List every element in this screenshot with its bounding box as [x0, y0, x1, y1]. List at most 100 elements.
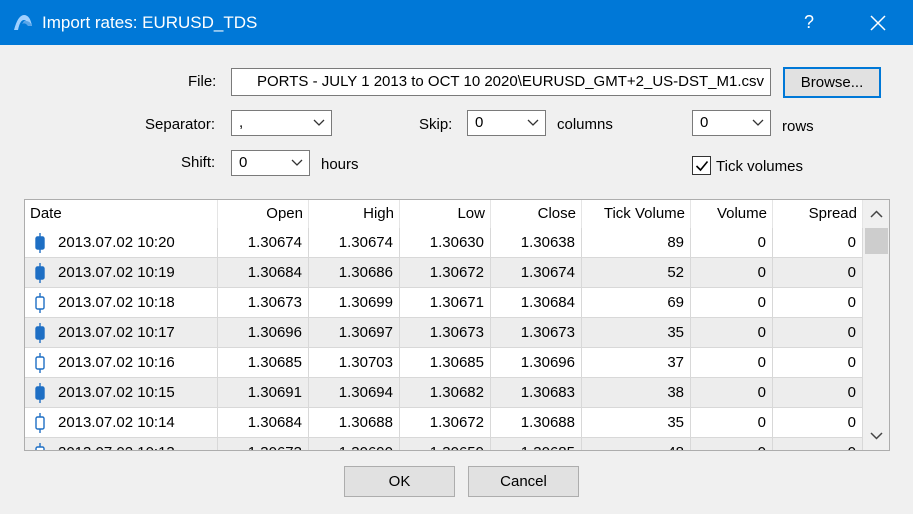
shift-select[interactable]: 0	[231, 150, 310, 176]
volume-cell: 0	[691, 288, 773, 318]
close-button[interactable]	[857, 0, 899, 45]
spread-cell: 0	[773, 258, 863, 288]
columns-label: columns	[557, 116, 613, 133]
column-header[interactable]: Date	[25, 200, 218, 228]
skip-rows-value: 0	[700, 114, 709, 131]
date-text: 2013.07.02 10:16	[58, 354, 175, 371]
date-cell: 2013.07.02 10:19	[25, 258, 218, 288]
table-row[interactable]: 2013.07.02 10:19 1.30684 1.30686 1.30672 1.3…	[25, 258, 863, 288]
date-text: 2013.07.02 10:15	[58, 384, 175, 401]
close-cell: 1.30674	[491, 258, 582, 288]
candlestick-icon	[35, 443, 45, 450]
table-row[interactable]: 2013.07.02 10:16 1.30685 1.30703 1.30685 1.3…	[25, 348, 863, 378]
hours-label: hours	[321, 156, 359, 173]
date-cell: 2013.07.02 10:14	[25, 408, 218, 438]
tick-volumes-label[interactable]: Tick volumes	[716, 158, 803, 175]
rates-preview-table[interactable]: Date Open High Low Close Tick Volume Volume Spr…	[24, 199, 890, 451]
chevron-down-icon	[752, 119, 764, 126]
file-label: File:	[188, 73, 217, 90]
spread-cell: 0	[773, 438, 863, 450]
column-header[interactable]: Low	[400, 200, 491, 228]
spread-cell: 0	[773, 408, 863, 438]
metaquotes-logo-icon	[14, 15, 32, 30]
spread-cell: 0	[773, 228, 863, 258]
browse-button[interactable]: Browse...	[783, 67, 881, 98]
table-row[interactable]: 2013.07.02 10:14 1.30684 1.30688 1.30672 1.3…	[25, 408, 863, 438]
date-text: 2013.07.02 10:19	[58, 264, 175, 281]
spread-cell: 0	[773, 288, 863, 318]
high-cell: 1.30688	[309, 408, 400, 438]
shift-label: Shift:	[181, 154, 216, 171]
high-cell: 1.30699	[309, 288, 400, 318]
column-header[interactable]: Open	[218, 200, 309, 228]
date-cell: 2013.07.02 10:13	[25, 438, 218, 450]
low-cell: 1.30685	[400, 348, 491, 378]
volume-cell: 0	[691, 378, 773, 408]
open-cell: 1.30684	[218, 258, 309, 288]
volume-cell: 0	[691, 408, 773, 438]
table-row[interactable]: 2013.07.02 10:13 1.306731.306901.306591.3…	[25, 438, 863, 450]
tick-volume-cell: 35	[582, 318, 691, 348]
tick-volume-cell: 52	[582, 258, 691, 288]
candlestick-icon	[35, 233, 45, 253]
table-row[interactable]: 2013.07.02 10:20 1.30674 1.30674 1.30630 1.3…	[25, 228, 863, 258]
high-cell: 1.30686	[309, 258, 400, 288]
close-cell: 1.30684	[491, 288, 582, 318]
date-cell: 2013.07.02 10:17	[25, 318, 218, 348]
chevron-down-icon	[870, 432, 883, 440]
column-header[interactable]: Close	[491, 200, 582, 228]
close-cell: 1.30638	[491, 228, 582, 258]
date-cell: 2013.07.02 10:18	[25, 288, 218, 318]
tick-volume-cell: 38	[582, 378, 691, 408]
tick-volume-cell: 69	[582, 288, 691, 318]
low-cell: 1.30672	[400, 258, 491, 288]
candlestick-icon	[35, 293, 45, 313]
scroll-thumb[interactable]	[865, 228, 888, 254]
chevron-down-icon	[313, 119, 325, 126]
scroll-up-button[interactable]	[863, 202, 889, 226]
candlestick-icon	[35, 383, 45, 403]
high-cell: 1.30694	[309, 378, 400, 408]
high-cell: 1.30703	[309, 348, 400, 378]
skip-columns-select[interactable]: 0	[467, 110, 546, 136]
date-cell: 2013.07.02 10:20	[25, 228, 218, 258]
shift-value: 0	[239, 154, 248, 171]
file-path-input[interactable]: PORTS - JULY 1 2013 to OCT 10 2020\EURUS…	[231, 68, 771, 96]
scroll-down-button[interactable]	[863, 424, 889, 448]
cancel-button[interactable]: Cancel	[468, 466, 579, 497]
low-cell: 1.30659	[400, 438, 491, 450]
table-row[interactable]: 2013.07.02 10:18 1.30673 1.30699 1.30671 1.3…	[25, 288, 863, 318]
close-cell: 1.30683	[491, 378, 582, 408]
spread-cell: 0	[773, 348, 863, 378]
chevron-down-icon	[291, 159, 303, 166]
skip-columns-value: 0	[475, 114, 484, 131]
column-header[interactable]: High	[309, 200, 400, 228]
column-header[interactable]: Volume	[691, 200, 773, 228]
high-cell: 1.30690	[309, 438, 400, 450]
volume-cell: 0	[691, 228, 773, 258]
skip-rows-select[interactable]: 0	[692, 110, 771, 136]
date-text: 2013.07.02 10:18	[58, 294, 175, 311]
volume-cell: 0	[691, 258, 773, 288]
table-row[interactable]: 2013.07.02 10:15 1.30691 1.30694 1.30682 1.3…	[25, 378, 863, 408]
high-cell: 1.30697	[309, 318, 400, 348]
table-row[interactable]: 2013.07.02 10:17 1.30696 1.30697 1.30673 1.3…	[25, 318, 863, 348]
help-button[interactable]: ?	[794, 0, 824, 45]
separator-select[interactable]: ,	[231, 110, 332, 136]
low-cell: 1.30682	[400, 378, 491, 408]
window-title: Import rates: EURUSD_TDS	[42, 13, 258, 32]
ok-button[interactable]: OK	[344, 466, 455, 497]
vertical-scrollbar[interactable]	[863, 200, 889, 450]
column-header[interactable]: Spread	[773, 200, 863, 228]
date-text: 2013.07.02 10:20	[58, 234, 175, 251]
close-cell: 1.30673	[491, 318, 582, 348]
tick-volume-cell: 48	[582, 438, 691, 450]
tick-volumes-checkbox[interactable]	[692, 156, 711, 175]
open-cell: 1.30685	[218, 348, 309, 378]
date-text: 2013.07.02 10:14	[58, 414, 175, 431]
spread-cell: 0	[773, 318, 863, 348]
column-header[interactable]: Tick Volume	[582, 200, 691, 228]
rows-label: rows	[782, 118, 814, 135]
open-cell: 1.30696	[218, 318, 309, 348]
high-cell: 1.30674	[309, 228, 400, 258]
